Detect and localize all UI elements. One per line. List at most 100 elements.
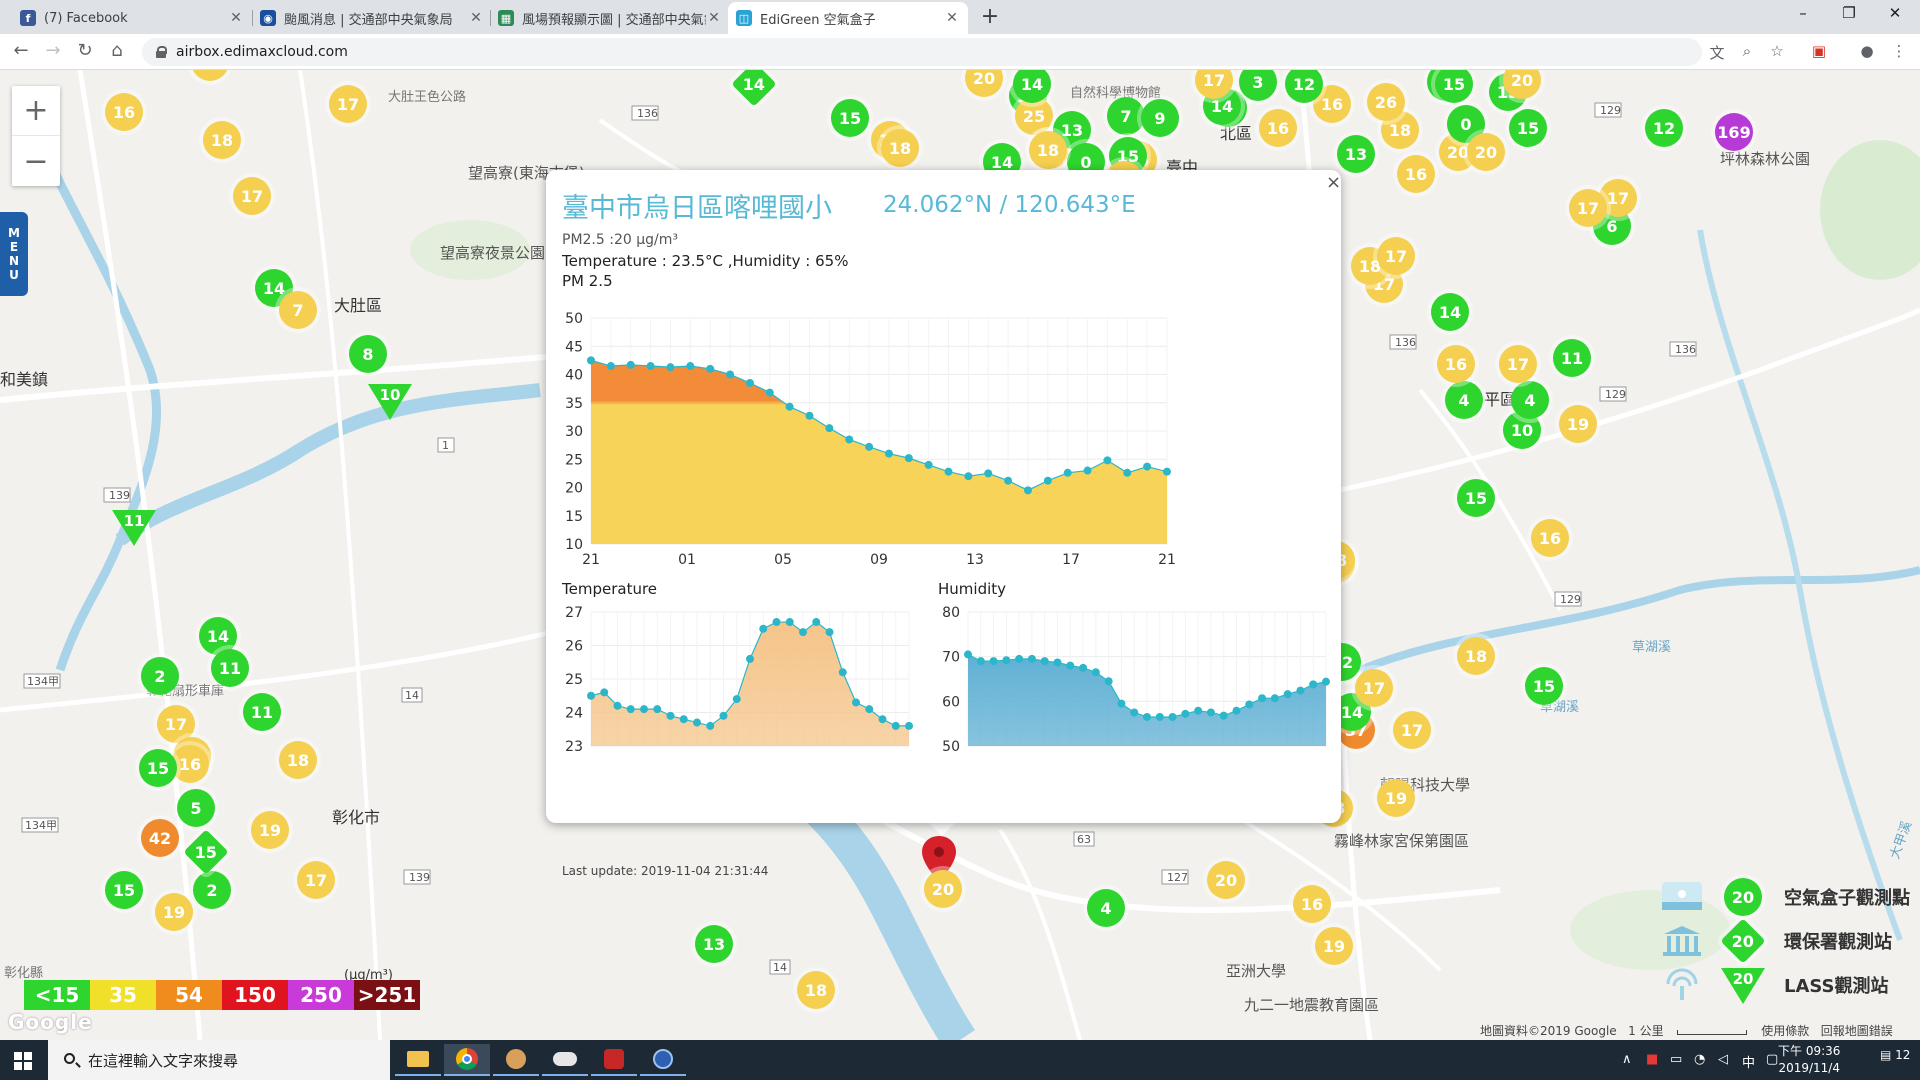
airbox-marker[interactable]: 15 — [1525, 667, 1563, 705]
airbox-marker[interactable]: 18 — [797, 971, 835, 1009]
home-icon[interactable]: ⌂ — [104, 40, 130, 61]
wifi-tray-icon[interactable]: ◔ — [1694, 1052, 1705, 1067]
airbox-marker[interactable]: 20 — [1467, 133, 1505, 171]
extension-icon[interactable]: ▣ — [1808, 42, 1830, 60]
airbox-marker[interactable]: 19 — [1315, 927, 1353, 965]
airbox-marker[interactable]: 2 — [141, 657, 179, 695]
airbox-marker[interactable]: 17 — [1377, 237, 1415, 275]
airbox-marker[interactable]: 17 — [233, 177, 271, 215]
app-icon-flight[interactable] — [542, 1044, 588, 1076]
airbox-marker[interactable]: 19 — [251, 811, 289, 849]
translate-icon[interactable]: 文 — [1706, 42, 1728, 63]
airbox-marker[interactable]: 18 — [1029, 131, 1067, 169]
reload-icon[interactable]: ↻ — [72, 40, 98, 61]
airbox-marker[interactable]: 16 — [1531, 519, 1569, 557]
airbox-marker[interactable]: 18 — [203, 121, 241, 159]
browser-tab-facebook[interactable]: f (7) Facebook ✕ — [12, 2, 252, 34]
lass-station-marker[interactable]: 11 — [112, 510, 156, 548]
airbox-marker[interactable]: 13 — [1337, 135, 1375, 173]
airbox-marker[interactable]: 9 — [1141, 99, 1179, 137]
map-canvas[interactable]: 136 136 136 129 129 129 139 134甲 134甲 14… — [0, 70, 1920, 1040]
forward-icon[interactable]: → — [40, 40, 66, 61]
app-icon-globe[interactable] — [640, 1044, 686, 1076]
security-tray-icon[interactable]: ■ — [1646, 1052, 1658, 1067]
close-tab-icon[interactable]: ✕ — [944, 10, 960, 26]
maximize-button[interactable]: ❐ — [1826, 4, 1872, 22]
zoom-in-button[interactable]: + — [12, 86, 60, 136]
airbox-marker[interactable]: 19 — [1559, 405, 1597, 443]
address-bar[interactable]: airbox.edimaxcloud.com — [142, 38, 1702, 66]
minimize-button[interactable]: – — [1780, 4, 1826, 22]
back-icon[interactable]: ← — [8, 40, 34, 61]
windows-start-icon[interactable] — [14, 1052, 32, 1070]
report-map-error-link[interactable]: 回報地圖錯誤 — [1821, 1024, 1893, 1038]
airbox-marker[interactable]: 18 — [1457, 637, 1495, 675]
airbox-marker[interactable]: 15 — [105, 871, 143, 909]
airbox-marker[interactable]: 17 — [329, 85, 367, 123]
airbox-marker[interactable]: 7 — [1107, 97, 1145, 135]
airbox-marker[interactable]: 17 — [1569, 189, 1607, 227]
airbox-marker[interactable]: 19 — [1377, 779, 1415, 817]
browser-menu-icon[interactable]: ⋮ — [1888, 42, 1910, 60]
airbox-marker[interactable]: 7 — [279, 291, 317, 329]
ime-indicator[interactable]: 中 — [1742, 1052, 1755, 1071]
airbox-marker[interactable]: 169 — [1715, 113, 1753, 151]
airbox-marker[interactable]: 5 — [177, 789, 215, 827]
airbox-marker[interactable]: 20 — [1207, 861, 1245, 899]
browser-tab-typhoon[interactable]: ◉ 颱風消息 | 交通部中央氣象局 ✕ — [252, 2, 492, 34]
lass-station-marker[interactable]: 10 — [368, 384, 412, 422]
file-explorer-icon[interactable] — [395, 1044, 441, 1076]
airbox-marker[interactable]: 11 — [1553, 339, 1591, 377]
app-icon-shield[interactable] — [591, 1044, 637, 1076]
app-icon-bird[interactable] — [493, 1044, 539, 1076]
bookmark-star-icon[interactable]: ☆ — [1766, 42, 1788, 60]
account-icon[interactable]: ● — [1856, 42, 1878, 60]
airbox-marker[interactable]: 18 — [881, 129, 919, 167]
selected-station-marker[interactable]: 20 — [924, 870, 962, 908]
airbox-marker[interactable]: 16 — [1259, 109, 1297, 147]
airbox-marker[interactable]: 4 — [1087, 889, 1125, 927]
airbox-marker[interactable]: 18 — [279, 741, 317, 779]
airbox-marker[interactable]: 42 — [141, 819, 179, 857]
battery-tray-icon[interactable]: ▭ — [1670, 1052, 1682, 1067]
airbox-marker[interactable]: 8 — [349, 335, 387, 373]
airbox-marker[interactable]: 26 — [1367, 83, 1405, 121]
airbox-marker[interactable]: 19 — [155, 893, 193, 931]
airbox-marker[interactable]: 16 — [1293, 885, 1331, 923]
close-window-button[interactable]: ✕ — [1872, 4, 1918, 22]
airbox-marker[interactable]: 13 — [695, 925, 733, 963]
airbox-marker[interactable]: 15 — [139, 749, 177, 787]
airbox-marker[interactable]: 15 — [831, 99, 869, 137]
airbox-marker[interactable]: 17 — [1499, 345, 1537, 383]
browser-tab-wind-forecast[interactable]: ▦ 風場預報顯示圖 | 交通部中央氣象局 ✕ — [490, 2, 730, 34]
airbox-marker[interactable]: 4 — [1511, 381, 1549, 419]
close-tab-icon[interactable]: ✕ — [706, 10, 722, 26]
new-tab-button[interactable]: + — [976, 4, 1004, 29]
airbox-marker[interactable]: 17 — [297, 861, 335, 899]
airbox-marker[interactable]: 15 — [1457, 479, 1495, 517]
airbox-marker[interactable]: 16 — [105, 93, 143, 131]
close-tab-icon[interactable]: ✕ — [468, 10, 484, 26]
airbox-marker[interactable]: 11 — [243, 693, 281, 731]
airbox-marker[interactable]: 11 — [211, 649, 249, 687]
tray-expand-icon[interactable]: ∧ — [1622, 1052, 1632, 1067]
airbox-marker[interactable]: 17 — [1393, 711, 1431, 749]
taskbar-search-box[interactable]: 在這裡輸入文字來搜尋 — [48, 1040, 390, 1080]
close-tab-icon[interactable]: ✕ — [228, 10, 244, 26]
zoom-icon[interactable]: ⌕ — [1736, 42, 1758, 60]
airbox-marker[interactable]: 12 — [1645, 109, 1683, 147]
ime-mode-icon[interactable]: ▢ — [1766, 1052, 1778, 1067]
volume-tray-icon[interactable]: ◁ — [1718, 1052, 1728, 1067]
terms-link[interactable]: 使用條款 — [1761, 1024, 1809, 1038]
browser-tab-edigreen[interactable]: ◫ EdiGreen 空氣盒子 ✕ — [728, 2, 968, 34]
airbox-marker[interactable]: 14 — [1431, 293, 1469, 331]
airbox-marker[interactable]: 16 — [1437, 345, 1475, 383]
airbox-marker[interactable]: 17 — [1355, 669, 1393, 707]
zoom-out-button[interactable]: − — [12, 136, 60, 186]
airbox-marker[interactable]: 16 — [1397, 155, 1435, 193]
airbox-marker[interactable]: 2 — [193, 871, 231, 909]
airbox-marker[interactable]: 4 — [1445, 381, 1483, 419]
airbox-marker[interactable]: 15 — [1509, 109, 1547, 147]
chrome-icon[interactable] — [444, 1044, 490, 1076]
taskbar-clock[interactable]: 下午 09:36 2019/11/4 — [1778, 1043, 1840, 1077]
